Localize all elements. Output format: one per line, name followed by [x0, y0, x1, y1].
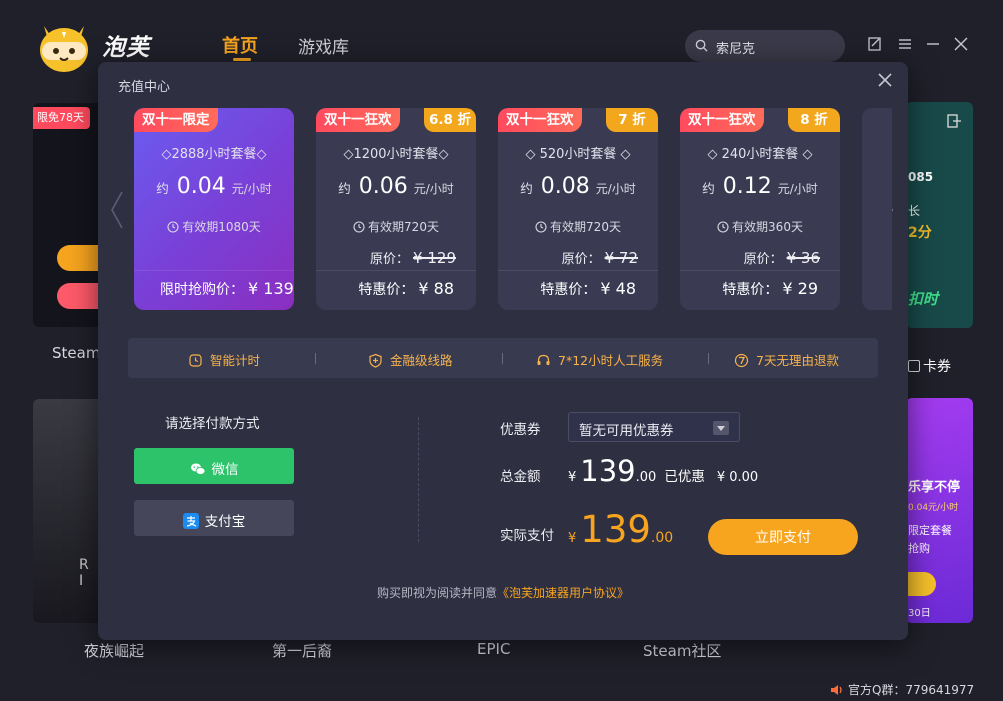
headset-icon: [537, 354, 550, 365]
package-card-next-peek[interactable]: [862, 108, 892, 310]
game-card-vrising[interactable]: R I: [33, 399, 103, 623]
search-icon: [695, 39, 708, 52]
package-card-2888[interactable]: 双十一限定 ◇2888小时套餐◇ 约 0.04 元/小时 有效期1080天 限时抢购…: [134, 108, 294, 310]
package-name: ◇1200小时套餐◇: [343, 147, 449, 162]
export-icon: [947, 114, 961, 128]
discount-badge: 7 折: [606, 108, 658, 132]
speaker-icon: [831, 685, 842, 695]
wechat-pay-button[interactable]: 微信: [134, 448, 294, 484]
voucher-icon: [908, 360, 920, 372]
game-label-steam-community: Steam社区: [643, 642, 722, 660]
feature-human-service: 7*12小时人工服务: [536, 350, 663, 369]
package-name: ◇ 520小时套餐 ◇: [525, 147, 631, 162]
package-original-price: 原价： ¥ 36: [743, 249, 820, 267]
search-input[interactable]: 索尼克: [685, 30, 845, 62]
package-card-240[interactable]: 双十一狂欢 8 折 ◇ 240小时套餐 ◇ 约 0.12 元/小时 有效期360天 …: [680, 108, 840, 310]
pay-now-button[interactable]: 立即支付: [708, 519, 858, 555]
nav-tab-home[interactable]: 首页: [222, 32, 258, 58]
package-validity: 有效期720天: [316, 218, 476, 235]
feature-smart-timing: 智能计时: [188, 350, 260, 369]
chevron-down-icon: [713, 421, 729, 435]
close-icon[interactable]: [876, 71, 894, 89]
package-name: ◇2888小时套餐◇: [161, 147, 267, 162]
menu-icon[interactable]: [897, 36, 913, 52]
clock-icon: [353, 221, 365, 233]
feature-refund: 7天无理由退款: [734, 350, 839, 369]
package-original-price: 原价： ¥ 72: [561, 249, 638, 267]
user-agreement-link[interactable]: 《泡芙加速器用户协议》: [497, 586, 629, 600]
coupon-select[interactable]: 暂无可用优惠券: [568, 412, 740, 442]
free-badge: 限免78天: [33, 107, 90, 129]
package-validity: 有效期360天: [680, 218, 840, 235]
package-unit-price: 约 0.08 元/小时: [520, 174, 636, 199]
package-name: ◇ 240小时套餐 ◇: [707, 147, 813, 162]
package-validity: 有效期1080天: [134, 218, 294, 235]
package-sale-price: 限时抢购价： ¥ 139: [160, 279, 294, 298]
package-sale-price: 特惠价： ¥ 29: [722, 279, 818, 298]
brand-name: 泡芙: [102, 35, 150, 61]
actual-pay-label: 实际支付: [500, 528, 554, 544]
official-qq-group: 官方Q群：779641977: [830, 681, 974, 698]
package-tag: 双十一狂欢: [316, 108, 400, 132]
package-original-price: 原价： ¥ 129: [370, 249, 456, 267]
agreement-text: 购买即视为阅读并同意《泡芙加速器用户协议》: [376, 586, 630, 600]
window-close-icon[interactable]: [953, 36, 969, 52]
payment-method-title: 请选择付款方式: [165, 416, 260, 432]
feature-financial-line: 金融级线路: [368, 350, 453, 369]
search-value: 索尼克: [716, 42, 756, 57]
minimize-icon[interactable]: [925, 36, 941, 52]
game-label-first-descendant: 第一后裔: [272, 642, 333, 660]
actual-pay-amount: ¥139.00: [568, 508, 674, 551]
voucher-link[interactable]: 卡券: [908, 356, 951, 376]
package-validity: 有效期720天: [498, 218, 658, 235]
game-card-right-top[interactable]: 085 长 2分 扣时: [906, 102, 973, 328]
game-label-epic: EPIC: [477, 640, 511, 658]
coupon-value: 暂无可用优惠券: [579, 423, 674, 439]
package-unit-price: 约 0.12 元/小时: [702, 174, 818, 199]
seven-day-icon: [734, 353, 749, 368]
modal-title: 充值中心: [118, 80, 171, 95]
timer-icon: [189, 354, 202, 367]
package-card-520[interactable]: 双十一狂欢 7 折 ◇ 520小时套餐 ◇ 约 0.08 元/小时 有效期720天 …: [498, 108, 658, 310]
alipay-icon: [182, 513, 199, 529]
chevron-left-icon[interactable]: [110, 190, 124, 230]
recharge-modal: 充值中心 双十一限定 ◇2888小时套餐◇ 约 0.04 元/小时 有效期1080天…: [98, 62, 908, 640]
package-tag: 双十一限定: [134, 108, 218, 132]
game-card-steam[interactable]: 限免78天: [33, 103, 103, 327]
package-card-1200[interactable]: 双十一狂欢 6.8 折 ◇1200小时套餐◇ 约 0.06 元/小时 有效期720天…: [316, 108, 476, 310]
package-sale-price: 特惠价： ¥ 88: [358, 279, 454, 298]
discount-badge: 8 折: [788, 108, 840, 132]
coupon-label: 优惠券: [500, 422, 541, 438]
package-sale-price: 特惠价： ¥ 48: [540, 279, 636, 298]
game-label-vrising: 夜族崛起: [84, 642, 145, 660]
package-tag: 双十一狂欢: [498, 108, 582, 132]
package-unit-price: 约 0.06 元/小时: [338, 174, 454, 199]
package-tag: 双十一狂欢: [680, 108, 764, 132]
discount-badge: 6.8 折: [424, 108, 476, 132]
nav-tab-library[interactable]: 游戏库: [298, 33, 349, 58]
features-bar: 智能计时 金融级线路 7*12小时人工服务 7天无理由退款: [128, 338, 878, 378]
total-label: 总金额: [500, 469, 541, 485]
shield-icon: [369, 353, 382, 368]
app-logo-icon: [40, 26, 88, 72]
clock-icon: [717, 221, 729, 233]
clock-icon: [535, 221, 547, 233]
game-label-steam: Steam: [52, 344, 101, 362]
wechat-icon: [190, 463, 205, 475]
package-unit-price: 约 0.04 元/小时: [156, 174, 272, 199]
feedback-icon[interactable]: [867, 36, 883, 52]
total-amount: ¥139.00 已优惠 ¥ 0.00: [568, 454, 759, 488]
clock-icon: [167, 221, 179, 233]
nav-active-indicator: [233, 58, 251, 61]
promo-card[interactable]: 乐享不停 0.04元/小时 限定套餐 抢购 30日: [906, 398, 973, 623]
alipay-button[interactable]: 支付宝: [134, 500, 294, 536]
